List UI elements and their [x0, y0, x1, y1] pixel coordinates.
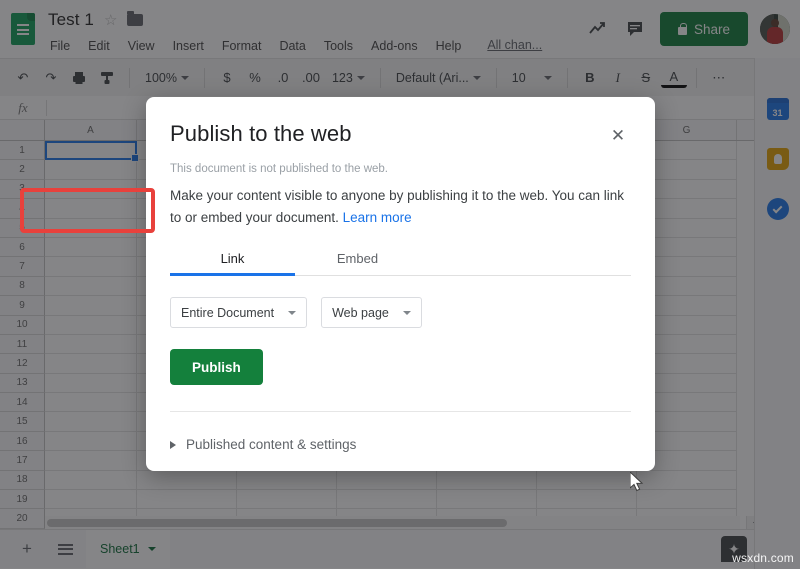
close-icon[interactable]: ✕: [605, 123, 631, 149]
scope-select-value: Entire Document: [181, 306, 274, 320]
tab-link[interactable]: Link: [170, 251, 295, 275]
learn-more-link[interactable]: Learn more: [343, 210, 412, 225]
scope-select[interactable]: Entire Document: [170, 297, 307, 328]
publish-controls: Entire Document Web page: [170, 297, 631, 328]
format-select-value: Web page: [332, 306, 389, 320]
format-select[interactable]: Web page: [321, 297, 422, 328]
watermark: wsxdn.com: [732, 551, 794, 565]
chevron-down-icon: [288, 311, 296, 315]
dialog-tabs: Link Embed: [170, 251, 631, 276]
publish-status-text: This document is not published to the we…: [170, 163, 631, 175]
dialog-divider: [170, 411, 631, 412]
tab-embed[interactable]: Embed: [295, 251, 420, 275]
app-root: Test 1 ☆ File Edit View Insert Format Da…: [0, 0, 800, 569]
dialog-title: Publish to the web: [170, 121, 352, 147]
publish-to-web-dialog: Publish to the web ✕ This document is no…: [146, 97, 655, 471]
published-content-settings-toggle[interactable]: Published content & settings: [170, 437, 631, 452]
published-content-settings-label: Published content & settings: [186, 437, 356, 452]
chevron-down-icon: [403, 311, 411, 315]
dialog-description: Make your content visible to anyone by p…: [170, 185, 630, 229]
triangle-right-icon: [170, 441, 176, 449]
publish-button[interactable]: Publish: [170, 349, 263, 385]
dialog-header: Publish to the web ✕: [170, 121, 631, 149]
